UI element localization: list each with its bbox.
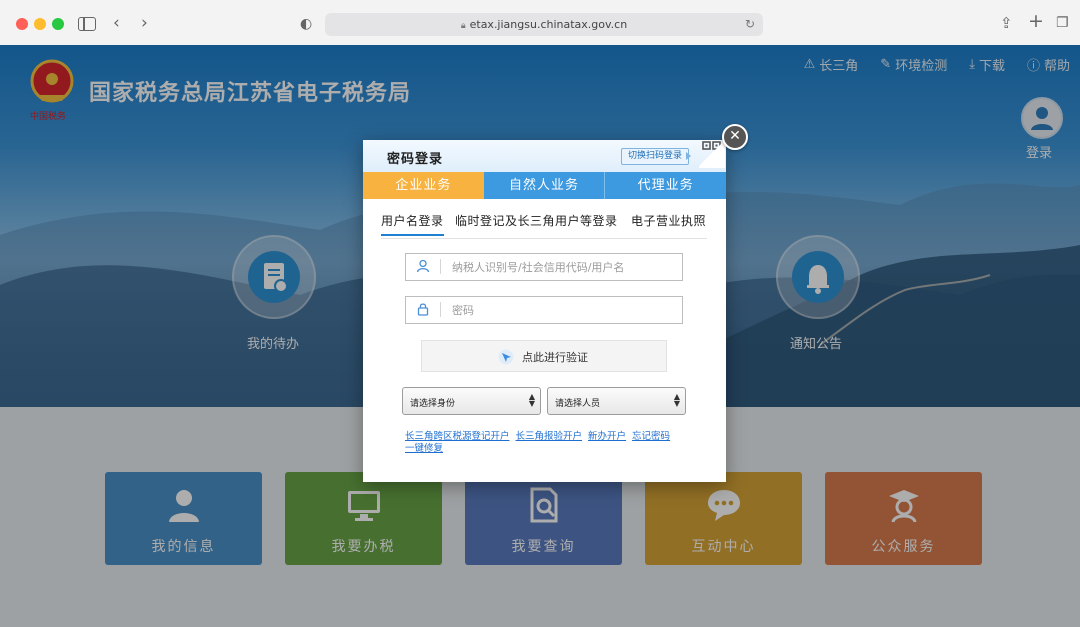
tab-business-license-login[interactable]: 电子营业执照 [631,212,706,229]
login-dialog: 密码登录 切换扫码登录 企业业务 自然人业务 代理业务 用户名登录 临时登记及长… [363,140,727,482]
field-separator [440,259,441,274]
minimize-window-button[interactable] [34,18,46,30]
username-input[interactable] [450,257,674,277]
person-select[interactable]: 请选择人员 ▲ ▼ [547,387,686,415]
tab-overview-icon[interactable]: ❐ [1056,13,1069,33]
username-field [405,253,683,281]
pointer-icon [498,349,514,365]
lock-icon: 🔒︎ [460,21,466,31]
close-window-button[interactable] [16,18,28,30]
forward-icon[interactable]: › [141,13,148,33]
link-one-click-repair[interactable]: 一键修复 [405,443,443,454]
dialog-header: 密码登录 切换扫码登录 [363,140,726,172]
verify-label: 点此进行验证 [522,351,588,364]
qr-code-icon[interactable] [697,140,725,168]
select-arrows-icon: ▲ ▼ [673,392,680,408]
password-input[interactable] [450,300,674,320]
dialog-title: 密码登录 [387,152,444,167]
login-method-tabs: 用户名登录 临时登记及长三角用户等登录 电子营业执照 [381,212,707,239]
select-arrows-icon: ▲ ▼ [528,392,535,408]
sidebar-toggle-icon[interactable] [78,17,96,31]
back-icon[interactable]: ‹ [113,13,120,33]
new-tab-icon[interactable]: + [1028,11,1044,31]
browser-toolbar: ‹ › ◐ 🔒︎ etax.jiangsu.chinatax.gov.cn ↻ ⇪… [0,0,1080,46]
url-text: etax.jiangsu.chinatax.gov.cn [469,18,628,31]
link-new-account[interactable]: 新办开户 [588,431,626,442]
tab-enterprise[interactable]: 企业业务 [363,172,484,199]
tab-temporary-login[interactable]: 临时登记及长三角用户等登录 [455,212,618,229]
footer-links: 长三角跨区税源登记开户 长三角报验开户 新办开户 忘记密码一键修复 [405,431,695,455]
link-inspection-registration[interactable]: 长三角报验开户 [516,431,583,442]
user-icon [416,259,430,273]
share-icon[interactable]: ⇪ [1000,13,1013,33]
captcha-verify-button[interactable]: 点此进行验证 [421,340,667,372]
link-forgot-password[interactable]: 忘记密码 [632,431,670,442]
field-separator [440,302,441,317]
privacy-shield-icon[interactable]: ◐ [300,14,312,34]
password-field [405,296,683,324]
person-select-value: 请选择人员 [555,399,601,409]
close-dialog-button[interactable]: ✕ [722,124,748,150]
lock-icon [417,303,429,316]
switch-qr-login-button[interactable]: 切换扫码登录 [621,148,692,165]
reload-icon[interactable]: ↻ [745,13,755,36]
tab-username-login[interactable]: 用户名登录 [381,212,444,236]
link-cross-region-registration[interactable]: 长三角跨区税源登记开户 [405,431,510,442]
identity-select-value: 请选择身份 [410,399,456,409]
tab-agent[interactable]: 代理业务 [605,172,727,199]
identity-select[interactable]: 请选择身份 ▲ ▼ [402,387,541,415]
maximize-window-button[interactable] [52,18,64,30]
business-tabs: 企业业务 自然人业务 代理业务 [363,172,727,199]
tab-individual[interactable]: 自然人业务 [483,172,606,199]
address-bar[interactable]: 🔒︎ etax.jiangsu.chinatax.gov.cn ↻ [325,13,763,36]
